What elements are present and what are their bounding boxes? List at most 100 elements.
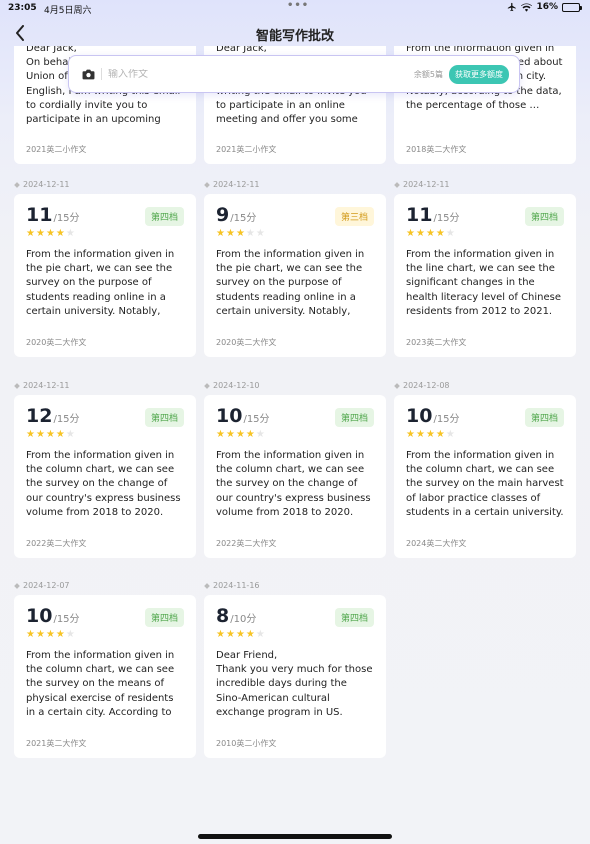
score-value: 8 (216, 605, 230, 627)
score-total: /10分 (230, 614, 257, 625)
multitask-dots[interactable]: ••• (287, 0, 309, 11)
essay-excerpt: From the information given in the column… (26, 650, 175, 718)
star-rating: ★★★★★ (406, 228, 564, 240)
score-value: 10 (406, 405, 433, 427)
search-divider (101, 68, 102, 80)
essay-tag: 2018英二大作文 (406, 145, 467, 154)
essay-card[interactable]: 11/15分 第四档 ★★★★★ From the information given… (394, 194, 576, 357)
essay-excerpt: Dear Friend, Thank you very much for tho… (216, 650, 373, 718)
date-dot-icon (204, 181, 210, 188)
star-icon: ★ (225, 228, 236, 239)
level-badge: 第四档 (524, 207, 564, 226)
star-rating: ★★★★★ (216, 228, 374, 240)
star-icon: ★ (35, 228, 46, 239)
star-rating: ★★★★★ (26, 228, 184, 240)
star-icon: ★ (45, 629, 56, 640)
essay-card[interactable]: 10/15分 第四档 ★★★★★ From the information given… (14, 595, 196, 758)
essay-tag: 2010英二小作文 (216, 739, 277, 748)
essay-tag: 2022英二大作文 (216, 539, 277, 548)
star-icon: ★ (225, 429, 236, 440)
score-total: /15分 (230, 213, 257, 224)
score-total: /15分 (433, 213, 460, 224)
star-icon: ★ (35, 629, 46, 640)
essay-tag: 2024英二大作文 (406, 539, 467, 548)
star-icon: ★ (55, 228, 66, 239)
date-dot-icon (394, 181, 400, 188)
star-icon: ★ (415, 429, 426, 440)
date-dot-icon (394, 382, 400, 389)
star-icon: ★ (245, 228, 256, 239)
star-icon: ★ (35, 429, 46, 440)
date-text: 2024-12-11 (23, 381, 70, 390)
star-rating: ★★★★★ (26, 429, 184, 441)
date-text: 2024-12-10 (213, 381, 260, 390)
essay-card[interactable]: 12/15分 第四档 ★★★★★ From the information given… (14, 395, 196, 558)
level-badge: 第三档 (334, 207, 374, 226)
star-icon: ★ (406, 429, 416, 440)
date-label: 2024-12-11 (14, 180, 70, 189)
camera-button[interactable] (79, 65, 97, 83)
star-icon: ★ (55, 429, 66, 440)
date-text: 2024-12-08 (403, 381, 450, 390)
wifi-icon (521, 2, 533, 12)
date-label: 2024-12-11 (14, 381, 70, 390)
essay-excerpt: From the information given in the pie ch… (26, 249, 175, 317)
essay-card[interactable]: 11/15分 第四档 ★★★★★ From the information given… (14, 194, 196, 357)
essay-tag: 2022英二大作文 (26, 539, 87, 548)
star-icon: ★ (245, 629, 256, 640)
essay-tag: 2021英二小作文 (26, 145, 87, 154)
star-rating: ★★★★★ (406, 429, 564, 441)
score-value: 11 (406, 204, 433, 226)
date-text: 2024-11-16 (213, 581, 260, 590)
get-more-quota-button[interactable]: 获取更多额度 (449, 64, 509, 84)
score-total: /15分 (53, 414, 80, 425)
score-value: 9 (216, 204, 230, 226)
star-icon: ★ (445, 429, 456, 440)
essay-input[interactable] (108, 68, 414, 80)
essay-card[interactable]: 10/15分 第四档 ★★★★★ From the information given… (204, 395, 386, 558)
star-rating: ★★★★★ (216, 629, 374, 641)
date-label: 2024-12-11 (204, 180, 260, 189)
nav-bar: 智能写作批改 (0, 18, 590, 48)
essay-excerpt: From the information given in the line c… (406, 249, 562, 317)
date-text: 2024-12-11 (403, 180, 450, 189)
home-indicator (198, 834, 392, 839)
star-icon: ★ (26, 429, 36, 440)
star-icon: ★ (216, 228, 226, 239)
date-dot-icon (14, 582, 20, 589)
date-text: 2024-12-07 (23, 581, 70, 590)
score-value: 12 (26, 405, 53, 427)
star-icon: ★ (45, 228, 56, 239)
date-label: 2024-12-10 (204, 381, 260, 390)
star-icon: ★ (45, 429, 56, 440)
date-dot-icon (204, 382, 210, 389)
score-total: /15分 (243, 414, 270, 425)
status-bar: 23:05 4月5日周六 ••• 16% (0, 0, 590, 16)
star-icon: ★ (65, 429, 76, 440)
essay-card[interactable]: 9/15分 第三档 ★★★★★ From the information given … (204, 194, 386, 357)
essay-tag: 2023英二大作文 (406, 338, 467, 347)
star-icon: ★ (415, 228, 426, 239)
star-icon: ★ (235, 629, 246, 640)
page-title: 智能写作批改 (255, 29, 334, 44)
date-dot-icon (14, 181, 20, 188)
essay-card[interactable]: 8/10分 第四档 ★★★★★ Dear Friend, Thank you very… (204, 595, 386, 758)
star-icon: ★ (65, 629, 76, 640)
star-icon: ★ (26, 228, 36, 239)
status-time: 23:05 (8, 3, 37, 13)
camera-icon (82, 69, 94, 79)
status-indicators: 16% (507, 2, 582, 12)
level-badge: 第四档 (524, 408, 564, 427)
date-text: 2024-12-11 (213, 180, 260, 189)
star-icon: ★ (255, 429, 266, 440)
essay-card[interactable]: 10/15分 第四档 ★★★★★ From the information given… (394, 395, 576, 558)
star-rating: ★★★★★ (26, 629, 184, 641)
level-badge: 第四档 (144, 608, 184, 627)
star-icon: ★ (435, 429, 446, 440)
essay-tag: 2021英二小作文 (216, 145, 277, 154)
level-badge: 第四档 (144, 408, 184, 427)
essay-excerpt: From the information given in the column… (406, 450, 564, 518)
star-icon: ★ (255, 228, 266, 239)
date-dot-icon (204, 582, 210, 589)
level-badge: 第四档 (334, 608, 374, 627)
